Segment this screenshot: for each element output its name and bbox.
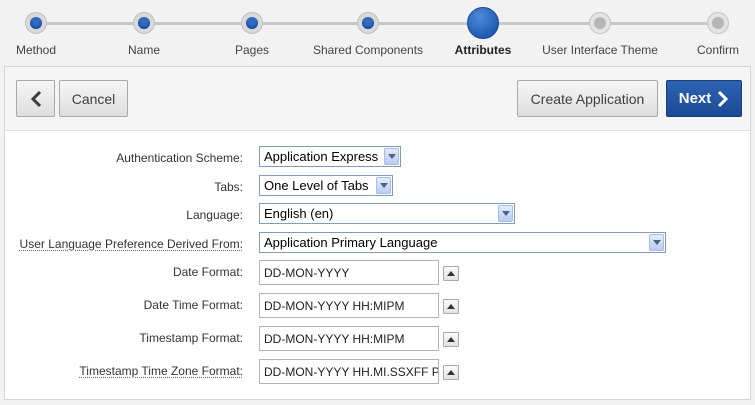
wizard-progress: Method Name Pages Shared Components Attr… <box>0 0 755 66</box>
auth-scheme-label: Authentication Scheme: <box>116 151 243 165</box>
user-language-preference-value: Application Primary Language <box>264 235 437 250</box>
chevron-down-icon <box>376 177 391 194</box>
tabs-select[interactable]: One Level of Tabs <box>259 175 393 196</box>
date-time-format-label: Date Time Format: <box>144 298 243 312</box>
timestamp-format-row: Timestamp Format: DD-MON-YYYY HH:MIPM <box>5 326 750 350</box>
tabs-label: Tabs: <box>214 180 243 194</box>
create-application-button[interactable]: Create Application <box>517 80 658 117</box>
step-done-icon <box>133 12 155 34</box>
tabs-row: Tabs: One Level of Tabs <box>5 175 750 199</box>
language-value: English (en) <box>264 206 333 221</box>
date-format-label: Date Format: <box>173 265 243 279</box>
timestamp-tz-format-input[interactable]: DD-MON-YYYY HH.MI.SSXFF PM TZR <box>259 359 439 384</box>
step-done-icon <box>25 12 47 34</box>
timestamp-tz-format-picker-icon[interactable] <box>443 365 459 380</box>
next-button[interactable]: Next <box>666 80 742 117</box>
timestamp-format-label: Timestamp Format: <box>139 331 243 345</box>
language-row: Language: English (en) <box>5 203 750 227</box>
timestamp-tz-format-label: Timestamp Time Zone Format: <box>79 364 243 378</box>
chevron-right-icon <box>717 90 729 108</box>
date-format-picker-icon[interactable] <box>443 266 459 281</box>
tabs-value: One Level of Tabs <box>264 178 369 193</box>
date-format-input[interactable]: DD-MON-YYYY <box>259 260 439 285</box>
chevron-down-icon <box>384 148 399 165</box>
auth-scheme-value: Application Express <box>264 149 378 164</box>
next-button-label: Next <box>679 90 712 107</box>
wizard-panel: Cancel Create Application Next Authentic… <box>4 66 751 400</box>
date-time-format-picker-icon[interactable] <box>443 299 459 314</box>
timestamp-format-input[interactable]: DD-MON-YYYY HH:MIPM <box>259 326 439 351</box>
step-done-icon <box>241 12 263 34</box>
step-done-icon <box>357 12 379 34</box>
step-current-icon <box>467 7 499 39</box>
wizard-step-label: Confirm <box>648 43 755 57</box>
user-language-preference-select[interactable]: Application Primary Language <box>259 232 666 253</box>
user-language-preference-row: User Language Preference Derived From: A… <box>5 232 750 256</box>
cancel-button-label: Cancel <box>72 91 116 107</box>
date-format-row: Date Format: DD-MON-YYYY <box>5 260 750 284</box>
cancel-button[interactable]: Cancel <box>59 80 128 117</box>
step-todo-icon <box>589 12 611 34</box>
chevron-left-icon <box>30 90 42 108</box>
language-select[interactable]: English (en) <box>259 203 515 224</box>
timestamp-tz-format-row: Timestamp Time Zone Format: DD-MON-YYYY … <box>5 359 750 383</box>
auth-scheme-row: Authentication Scheme: Application Expre… <box>5 146 750 170</box>
create-application-button-label: Create Application <box>531 91 645 107</box>
back-button[interactable] <box>16 80 55 117</box>
chevron-down-icon <box>498 205 513 222</box>
auth-scheme-select[interactable]: Application Express <box>259 146 401 167</box>
language-label: Language: <box>186 208 243 222</box>
date-time-format-input[interactable]: DD-MON-YYYY HH:MIPM <box>259 293 439 318</box>
user-language-preference-label: User Language Preference Derived From: <box>20 237 243 251</box>
step-todo-icon <box>707 12 729 34</box>
date-time-format-row: Date Time Format: DD-MON-YYYY HH:MIPM <box>5 293 750 317</box>
chevron-down-icon <box>649 234 664 251</box>
timestamp-format-picker-icon[interactable] <box>443 332 459 347</box>
button-bar: Cancel Create Application Next <box>5 67 750 131</box>
